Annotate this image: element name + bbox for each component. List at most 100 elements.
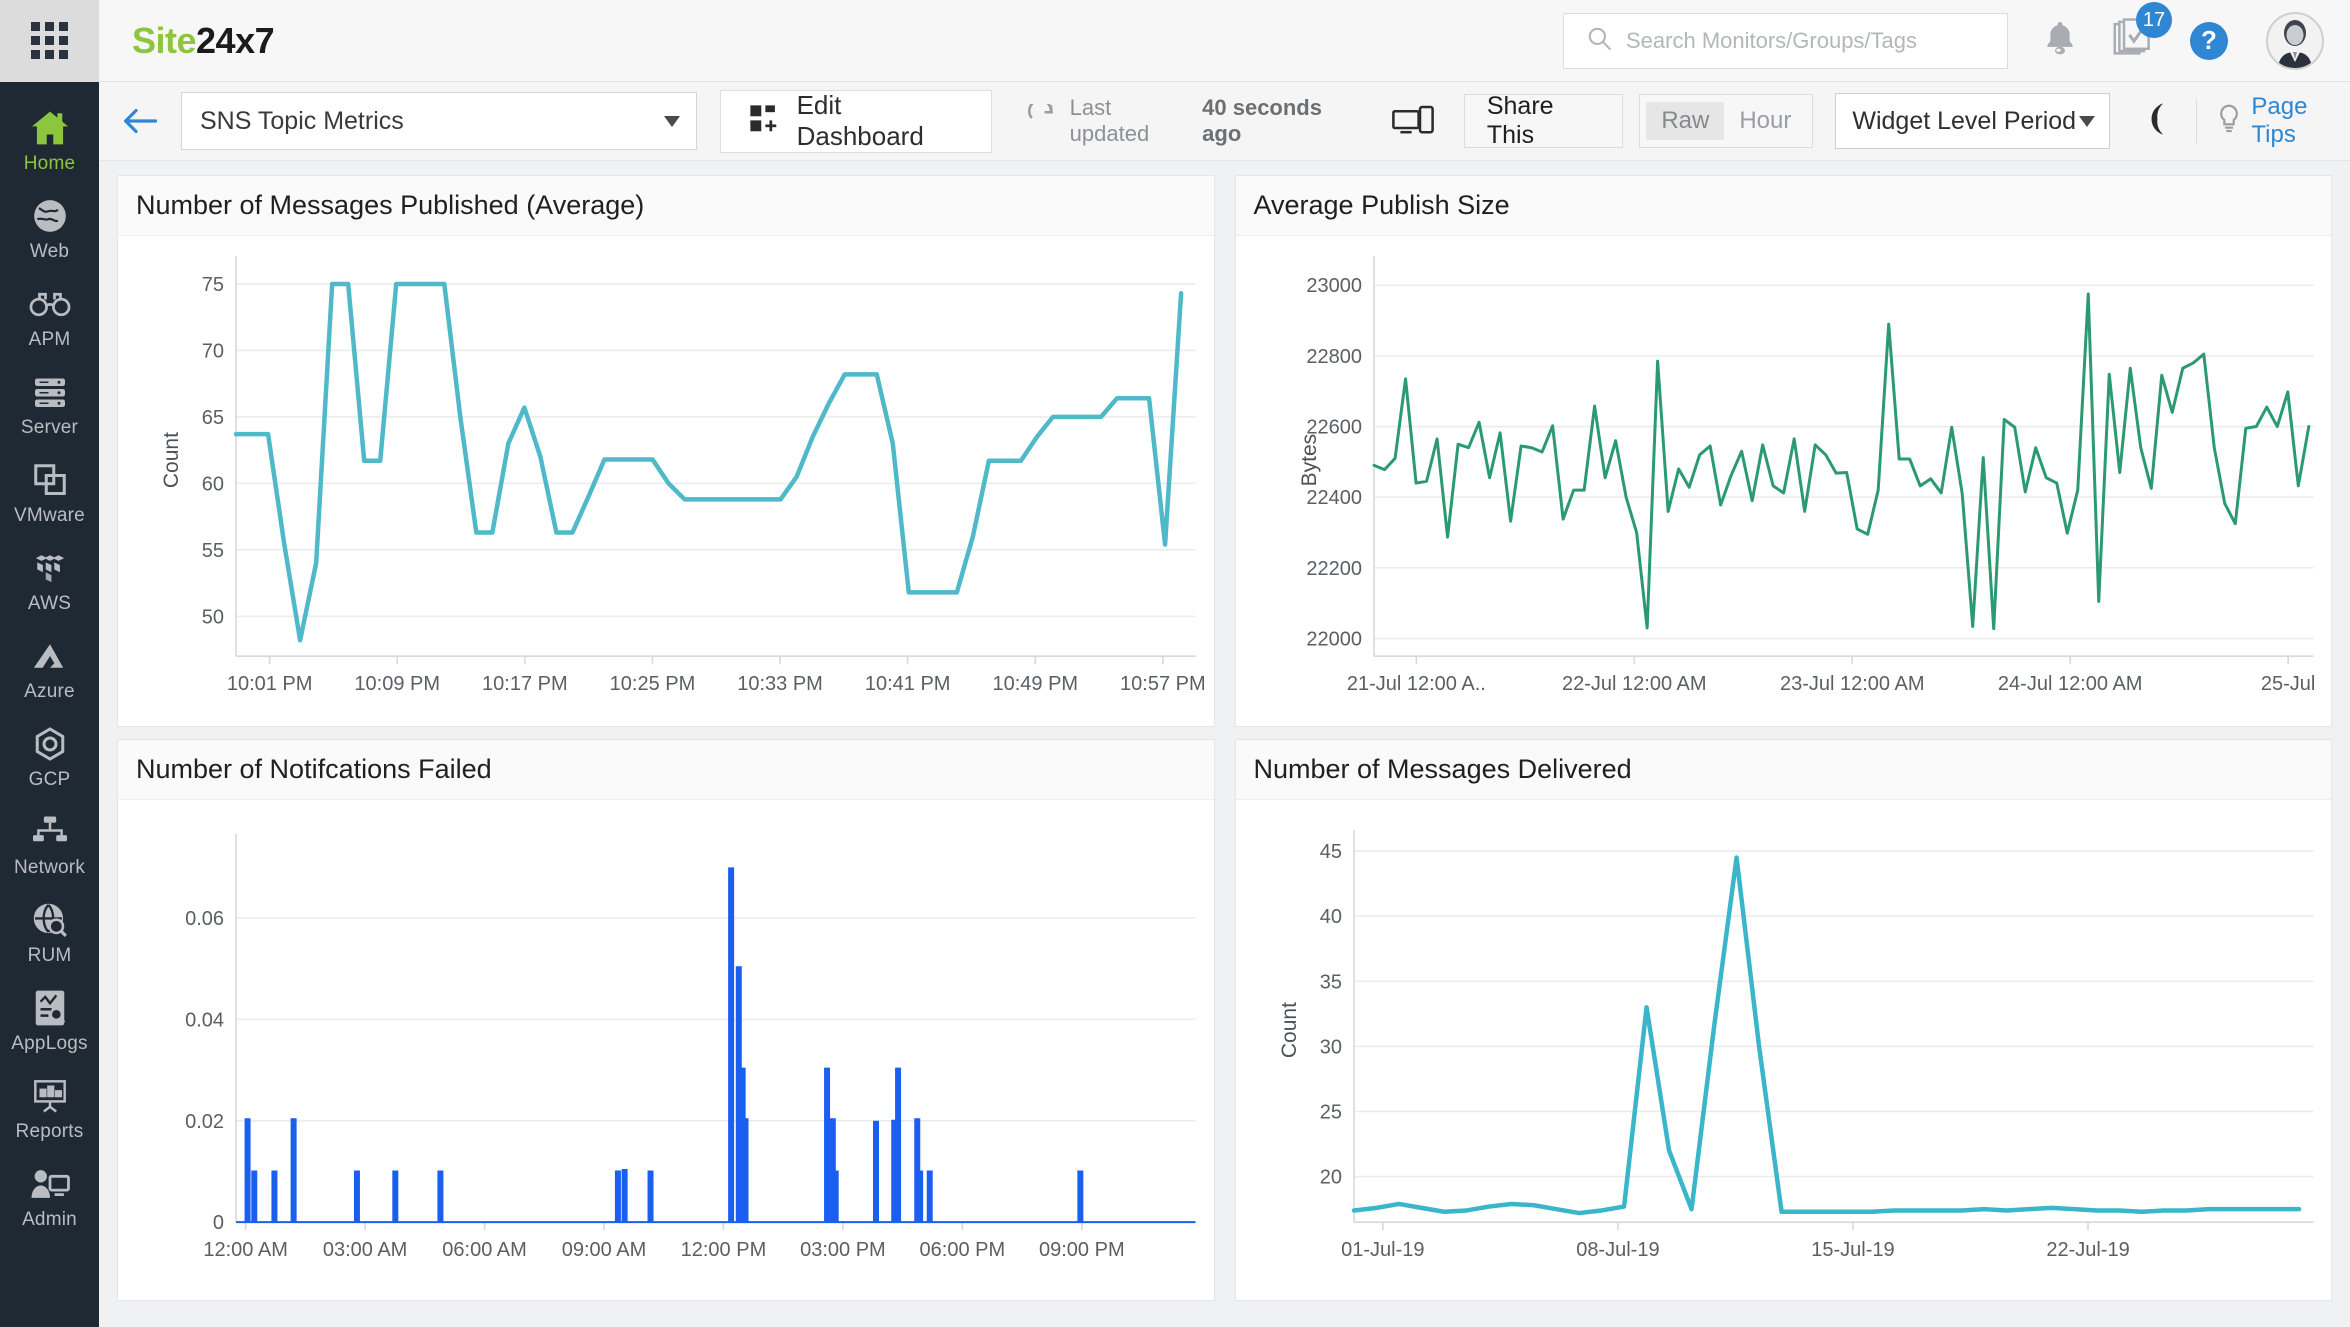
- svg-text:50: 50: [202, 606, 224, 628]
- sidebar-item-label: Admin: [22, 1209, 77, 1231]
- chart-notifications-failed[interactable]: 00.020.040.0612:00 AM03:00 AM06:00 AM09:…: [118, 800, 1214, 1300]
- dark-mode-toggle[interactable]: [2140, 102, 2172, 141]
- windows-stack-icon: [31, 459, 69, 501]
- svg-text:60: 60: [202, 473, 224, 495]
- period-select[interactable]: Widget Level Period: [1835, 93, 2110, 149]
- avatar[interactable]: [2266, 12, 2324, 70]
- applogs-icon: [32, 987, 68, 1029]
- gcp-icon: [31, 723, 69, 765]
- granularity-option-hour[interactable]: Hour: [1724, 102, 1806, 140]
- last-updated: Last updated 40 seconds ago: [1028, 95, 1356, 147]
- widget-average-publish-size: Average Publish Size 2200022200224002260…: [1235, 175, 2333, 727]
- chart-messages-delivered[interactable]: 20253035404501-Jul-1908-Jul-1915-Jul-192…: [1236, 800, 2332, 1300]
- share-this-button[interactable]: Share This: [1464, 94, 1623, 148]
- brand-logo[interactable]: Site24x7: [132, 20, 274, 62]
- svg-text:15-Jul-19: 15-Jul-19: [1811, 1239, 1894, 1261]
- svg-text:24-Jul 12:00 AM: 24-Jul 12:00 AM: [1997, 673, 2142, 695]
- page-tips-button[interactable]: Page Tips: [2217, 93, 2350, 149]
- back-arrow-icon[interactable]: [123, 107, 157, 135]
- svg-text:06:00 AM: 06:00 AM: [442, 1239, 527, 1261]
- sidebar-item-home[interactable]: Home: [0, 96, 99, 184]
- svg-text:45: 45: [1319, 841, 1341, 863]
- svg-text:0.04: 0.04: [185, 1009, 224, 1031]
- dashboard-select[interactable]: SNS Topic Metrics: [181, 92, 697, 150]
- help-button[interactable]: ?: [2190, 22, 2228, 60]
- chevron-down-icon: [2079, 116, 2095, 127]
- sidebar-item-azure[interactable]: Azure: [0, 624, 99, 712]
- sidebar-item-vmware[interactable]: VMware: [0, 448, 99, 536]
- sidebar-item-applogs[interactable]: AppLogs: [0, 976, 99, 1064]
- edit-dashboard-label: Edit Dashboard: [797, 90, 963, 152]
- sidebar-item-label: Reports: [16, 1121, 84, 1143]
- svg-text:70: 70: [202, 340, 224, 362]
- widget-notifications-failed: Number of Notifcations Failed 00.020.040…: [117, 739, 1215, 1301]
- sidebar-item-apm[interactable]: APM: [0, 272, 99, 360]
- sidebar-item-network[interactable]: Network: [0, 800, 99, 888]
- svg-text:0.06: 0.06: [185, 908, 224, 930]
- moon-icon: [2140, 102, 2172, 141]
- svg-text:03:00 AM: 03:00 AM: [323, 1239, 408, 1261]
- sidebar-item-aws[interactable]: AWS: [0, 536, 99, 624]
- brand-logo-primary: Site: [132, 20, 196, 61]
- svg-text:01-Jul-19: 01-Jul-19: [1341, 1239, 1424, 1261]
- svg-text:25: 25: [1319, 1101, 1341, 1123]
- svg-text:10:17 PM: 10:17 PM: [482, 673, 568, 695]
- bell-icon: [2042, 19, 2078, 62]
- reports-icon: [31, 1075, 69, 1117]
- tasks-button[interactable]: 17: [2112, 18, 2156, 63]
- layout-add-icon: [749, 104, 779, 139]
- grid-icon: [31, 22, 68, 59]
- sidebar: Home Web APM: [0, 82, 99, 1327]
- sidebar-item-gcp[interactable]: GCP: [0, 712, 99, 800]
- svg-text:03:00 PM: 03:00 PM: [800, 1239, 886, 1261]
- sidebar-item-label: APM: [29, 329, 71, 351]
- sidebar-item-rum[interactable]: RUM: [0, 888, 99, 976]
- widget-header: Number of Messages Published (Average): [118, 176, 1214, 236]
- widget-messages-delivered: Number of Messages Delivered 20253035404…: [1235, 739, 2333, 1301]
- svg-text:25-Jul: 25-Jul: [2260, 673, 2314, 695]
- sidebar-item-web[interactable]: Web: [0, 184, 99, 272]
- svg-text:65: 65: [202, 407, 224, 429]
- sidebar-item-server[interactable]: Server: [0, 360, 99, 448]
- svg-text:10:41 PM: 10:41 PM: [865, 673, 951, 695]
- app-launcher-button[interactable]: [0, 0, 99, 82]
- svg-text:10:01 PM: 10:01 PM: [227, 673, 313, 695]
- refresh-icon[interactable]: [1028, 104, 1056, 138]
- sidebar-item-admin[interactable]: Admin: [0, 1152, 99, 1240]
- svg-text:22400: 22400: [1306, 487, 1362, 509]
- sidebar-item-label: AppLogs: [11, 1033, 87, 1055]
- svg-text:22-Jul 12:00 AM: 22-Jul 12:00 AM: [1562, 673, 1707, 695]
- last-updated-prefix: Last updated: [1070, 95, 1188, 147]
- device-preview-icon[interactable]: [1392, 105, 1434, 137]
- sidebar-item-label: AWS: [28, 593, 71, 615]
- dashboard-grid: Number of Messages Published (Average) 5…: [99, 161, 2350, 1327]
- svg-text:12:00 AM: 12:00 AM: [203, 1239, 288, 1261]
- search-input[interactable]: [1626, 28, 1986, 54]
- edit-dashboard-button[interactable]: Edit Dashboard: [720, 90, 992, 153]
- svg-text:0.02: 0.02: [185, 1111, 224, 1133]
- aws-cubes-icon: [32, 547, 68, 589]
- widget-messages-published: Number of Messages Published (Average) 5…: [117, 175, 1215, 727]
- widget-header: Number of Notifcations Failed: [118, 740, 1214, 800]
- svg-text:22800: 22800: [1306, 346, 1362, 368]
- svg-text:40: 40: [1319, 906, 1341, 928]
- sidebar-item-reports[interactable]: Reports: [0, 1064, 99, 1152]
- azure-icon: [31, 635, 69, 677]
- svg-text:20: 20: [1319, 1166, 1341, 1188]
- granularity-option-raw[interactable]: Raw: [1646, 102, 1724, 140]
- chart-messages-published[interactable]: 50556065707510:01 PM10:09 PM10:17 PM10:2…: [118, 236, 1214, 726]
- dashboard-toolbar: SNS Topic Metrics Edit Dashboard Last up…: [99, 82, 2350, 161]
- widget-header: Average Publish Size: [1236, 176, 2332, 236]
- global-search[interactable]: [1563, 13, 2008, 69]
- widget-title: Average Publish Size: [1254, 190, 1510, 221]
- alerts-bell-button[interactable]: [2042, 19, 2078, 62]
- svg-text:Bytes: Bytes: [1298, 434, 1321, 487]
- widget-header: Number of Messages Delivered: [1236, 740, 2332, 800]
- widget-title: Number of Messages Delivered: [1254, 754, 1632, 785]
- svg-text:Count: Count: [1278, 1002, 1301, 1058]
- granularity-toggle[interactable]: Raw Hour: [1639, 94, 1813, 148]
- svg-text:06:00 PM: 06:00 PM: [920, 1239, 1006, 1261]
- svg-text:30: 30: [1319, 1036, 1341, 1058]
- widget-title: Number of Messages Published (Average): [136, 190, 644, 221]
- chart-average-publish-size[interactable]: 22000222002240022600228002300021-Jul 12:…: [1236, 236, 2332, 726]
